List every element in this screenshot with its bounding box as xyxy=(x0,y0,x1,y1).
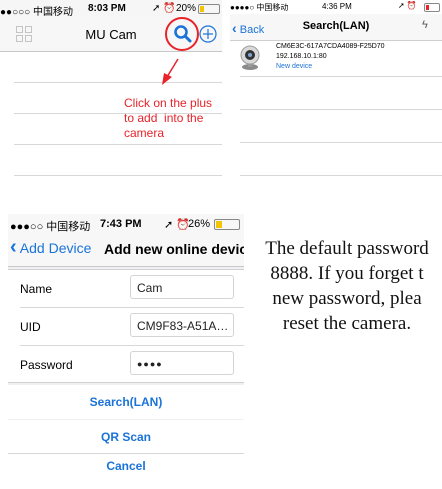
page-title: Add new online device xyxy=(104,241,244,257)
search-lan-screen: ●●●●○ 中国移动 4:36 PM ➚ ⏰ ‹ Back Search(LAN… xyxy=(230,0,442,190)
add-device-screen: ●●●○○ 中国移动 7:43 PM ➚ ⏰ 26% ‹ Add Device … xyxy=(8,214,244,489)
status-bar: ●●●○○ 中国移动 7:43 PM ➚ ⏰ 26% xyxy=(8,214,244,233)
list-divider xyxy=(14,175,222,176)
location-alarm-icon: ➚ ⏰ xyxy=(164,219,190,231)
nav-bar: ‹ Add Device Add new online device xyxy=(8,232,244,267)
name-row: Name Cam xyxy=(8,270,244,307)
list-divider xyxy=(14,144,222,145)
list-item[interactable]: CM6E3C-617A7CDA4089-F25D70 192.168.10.1:… xyxy=(230,41,442,75)
battery-icon xyxy=(198,4,220,14)
password-row: Password ●●●● xyxy=(8,346,244,383)
search-lan-button[interactable]: Search(LAN) xyxy=(8,385,244,419)
back-label: Add Device xyxy=(19,240,92,256)
list-divider xyxy=(240,76,442,77)
chevron-left-icon: ‹ xyxy=(10,236,17,258)
back-button[interactable]: ‹ Add Device xyxy=(10,236,92,258)
status-bar: ●●●●○ 中国移动 4:36 PM ➚ ⏰ xyxy=(230,0,442,14)
button-divider xyxy=(8,453,244,454)
nav-bar: MU Cam xyxy=(0,17,222,52)
carrier-label: ●●○○○ 中国移动 xyxy=(0,7,73,18)
annotation-text: Click on the plus to add into the camera xyxy=(124,96,213,140)
battery-percent: 26% xyxy=(188,218,211,230)
qr-scan-button[interactable]: QR Scan xyxy=(8,420,244,454)
password-field[interactable]: ●●●● xyxy=(130,351,234,375)
add-camera-icon[interactable] xyxy=(199,25,217,43)
annotation-arrow xyxy=(162,58,179,85)
list-divider xyxy=(240,142,442,143)
password-label: Password xyxy=(20,358,73,372)
device-uid: CM6E3C-617A7CDA4089-F25D70 xyxy=(276,43,385,50)
uid-row: UID CM9F83-A51AE5... xyxy=(8,308,244,345)
status-time: 8:03 PM xyxy=(88,3,126,14)
name-field[interactable]: Cam xyxy=(130,275,234,299)
list-divider xyxy=(240,175,442,176)
uid-label: UID xyxy=(20,320,41,334)
search-icon[interactable] xyxy=(172,23,194,45)
list-divider xyxy=(240,109,442,110)
status-time: 7:43 PM xyxy=(100,218,142,230)
main-camera-list-screen: ●●○○○ 中国移动 8:03 PM ➚ ⏰ 20% MU Cam Click … xyxy=(0,0,222,205)
status-bar: ●●○○○ 中国移动 8:03 PM ➚ ⏰ 20% xyxy=(0,0,222,18)
refresh-icon[interactable]: ϟ xyxy=(422,19,428,31)
uid-field[interactable]: CM9F83-A51AE5... xyxy=(130,313,234,337)
device-status: New device xyxy=(276,63,313,70)
device-form: Name Cam UID CM9F83-A51AE5... Password ●… xyxy=(8,269,244,383)
camera-icon xyxy=(240,45,260,70)
name-label: Name xyxy=(20,282,53,296)
carrier-label: ●●●●○ 中国移动 xyxy=(230,3,289,12)
note-text: The default password 8888. If you forget… xyxy=(265,238,429,334)
location-alarm-icon: ➚ ⏰ xyxy=(398,1,417,10)
nav-bar: ‹ Back Search(LAN) ϟ xyxy=(230,14,442,41)
cancel-button[interactable]: Cancel xyxy=(8,454,244,489)
battery-icon xyxy=(424,3,440,12)
battery-percent: 20% xyxy=(176,3,197,14)
device-ip: 192.168.10.1:80 xyxy=(276,53,327,60)
default-password-note: The default password 8888. If you forget… xyxy=(252,236,442,336)
battery-icon xyxy=(214,219,240,230)
list-divider xyxy=(14,82,222,83)
location-alarm-icon: ➚ ⏰ xyxy=(152,3,176,14)
status-time: 4:36 PM xyxy=(322,2,352,11)
page-title: Search(LAN) xyxy=(302,20,370,32)
